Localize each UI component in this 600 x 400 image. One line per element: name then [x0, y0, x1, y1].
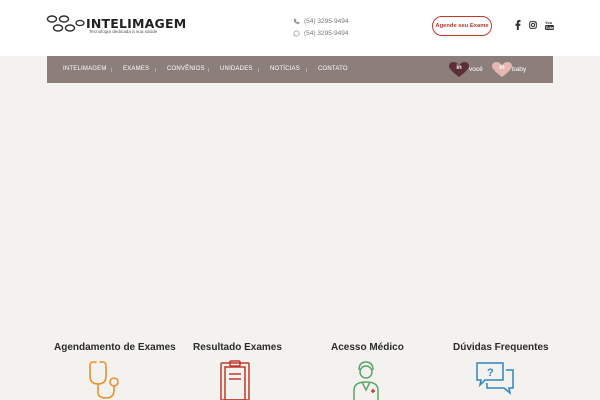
- heart-icon: in: [492, 61, 512, 77]
- stethoscope-icon: [89, 361, 119, 399]
- whatsapp-number: (54) 3295-9494: [304, 30, 349, 37]
- svg-text:Tube: Tube: [545, 26, 553, 30]
- badge-word: baby: [512, 66, 527, 73]
- nav-item-noticias[interactable]: NOTÍCIAS: [270, 56, 300, 83]
- nav-item-unidades[interactable]: UNIDADES: [220, 56, 253, 83]
- service-title: Acesso Médico: [331, 342, 404, 353]
- clipboard-icon: [220, 360, 250, 400]
- instagram-icon[interactable]: [528, 20, 538, 30]
- in-voce-badge[interactable]: in você: [449, 61, 483, 77]
- logo-mark-icon: [46, 15, 85, 32]
- main-nav: INTELIMAGEM EXAMES CONVÊNIOS UNIDADES NO…: [47, 56, 553, 83]
- phone-list: (54) 3295-9494 (54) 3295-9494: [292, 15, 348, 40]
- nav-item-intelimagem[interactable]: INTELIMAGEM: [63, 56, 107, 83]
- phone-icon: [292, 17, 300, 25]
- logo[interactable]: INTELIMAGEM Tecnologia dedicada à sua sa…: [46, 13, 186, 35]
- service-scheduling[interactable]: Agendamento de Exames: [54, 342, 176, 399]
- whatsapp-icon: [292, 30, 300, 38]
- service-title: Resultado Exames: [193, 342, 282, 353]
- service-faq[interactable]: Dúvidas Frequentes ?: [453, 342, 549, 395]
- youtube-icon[interactable]: You Tube: [543, 20, 555, 30]
- nav-divider: [155, 68, 156, 72]
- heart-icon: in: [449, 61, 469, 77]
- logo-tagline: Tecnologia dedicada à sua saúde: [89, 29, 158, 34]
- service-medical-access[interactable]: Acesso Médico: [331, 342, 404, 400]
- phone-row[interactable]: (54) 3295-9494: [292, 15, 348, 27]
- service-title: Dúvidas Frequentes: [453, 342, 549, 353]
- in-baby-badge[interactable]: in baby: [492, 61, 527, 77]
- svg-text:?: ?: [487, 367, 494, 379]
- chat-question-icon: ?: [476, 362, 514, 395]
- nav-item-exames[interactable]: EXAMES: [123, 56, 149, 83]
- heart-text: in: [456, 65, 462, 71]
- whatsapp-row[interactable]: (54) 3295-9494: [292, 28, 348, 40]
- badge-word: você: [469, 66, 483, 73]
- facebook-icon[interactable]: [514, 20, 522, 30]
- svg-text:You: You: [545, 20, 553, 25]
- nav-divider: [258, 68, 259, 72]
- nav-divider: [306, 68, 307, 72]
- service-results[interactable]: Resultado Exames: [193, 342, 282, 400]
- nav-item-contato[interactable]: CONTATO: [318, 56, 348, 83]
- site-header: INTELIMAGEM Tecnologia dedicada à sua sa…: [0, 0, 600, 56]
- phone-number: (54) 3295-9494: [304, 17, 349, 25]
- nav-item-convenios[interactable]: CONVÊNIOS: [167, 56, 205, 83]
- heart-text: in: [499, 65, 505, 71]
- doctor-icon: [353, 361, 379, 400]
- schedule-exam-button[interactable]: Agende seu Exame: [432, 16, 492, 36]
- service-title: Agendamento de Exames: [54, 342, 176, 353]
- nav-divider: [111, 68, 112, 72]
- nav-divider: [208, 68, 209, 72]
